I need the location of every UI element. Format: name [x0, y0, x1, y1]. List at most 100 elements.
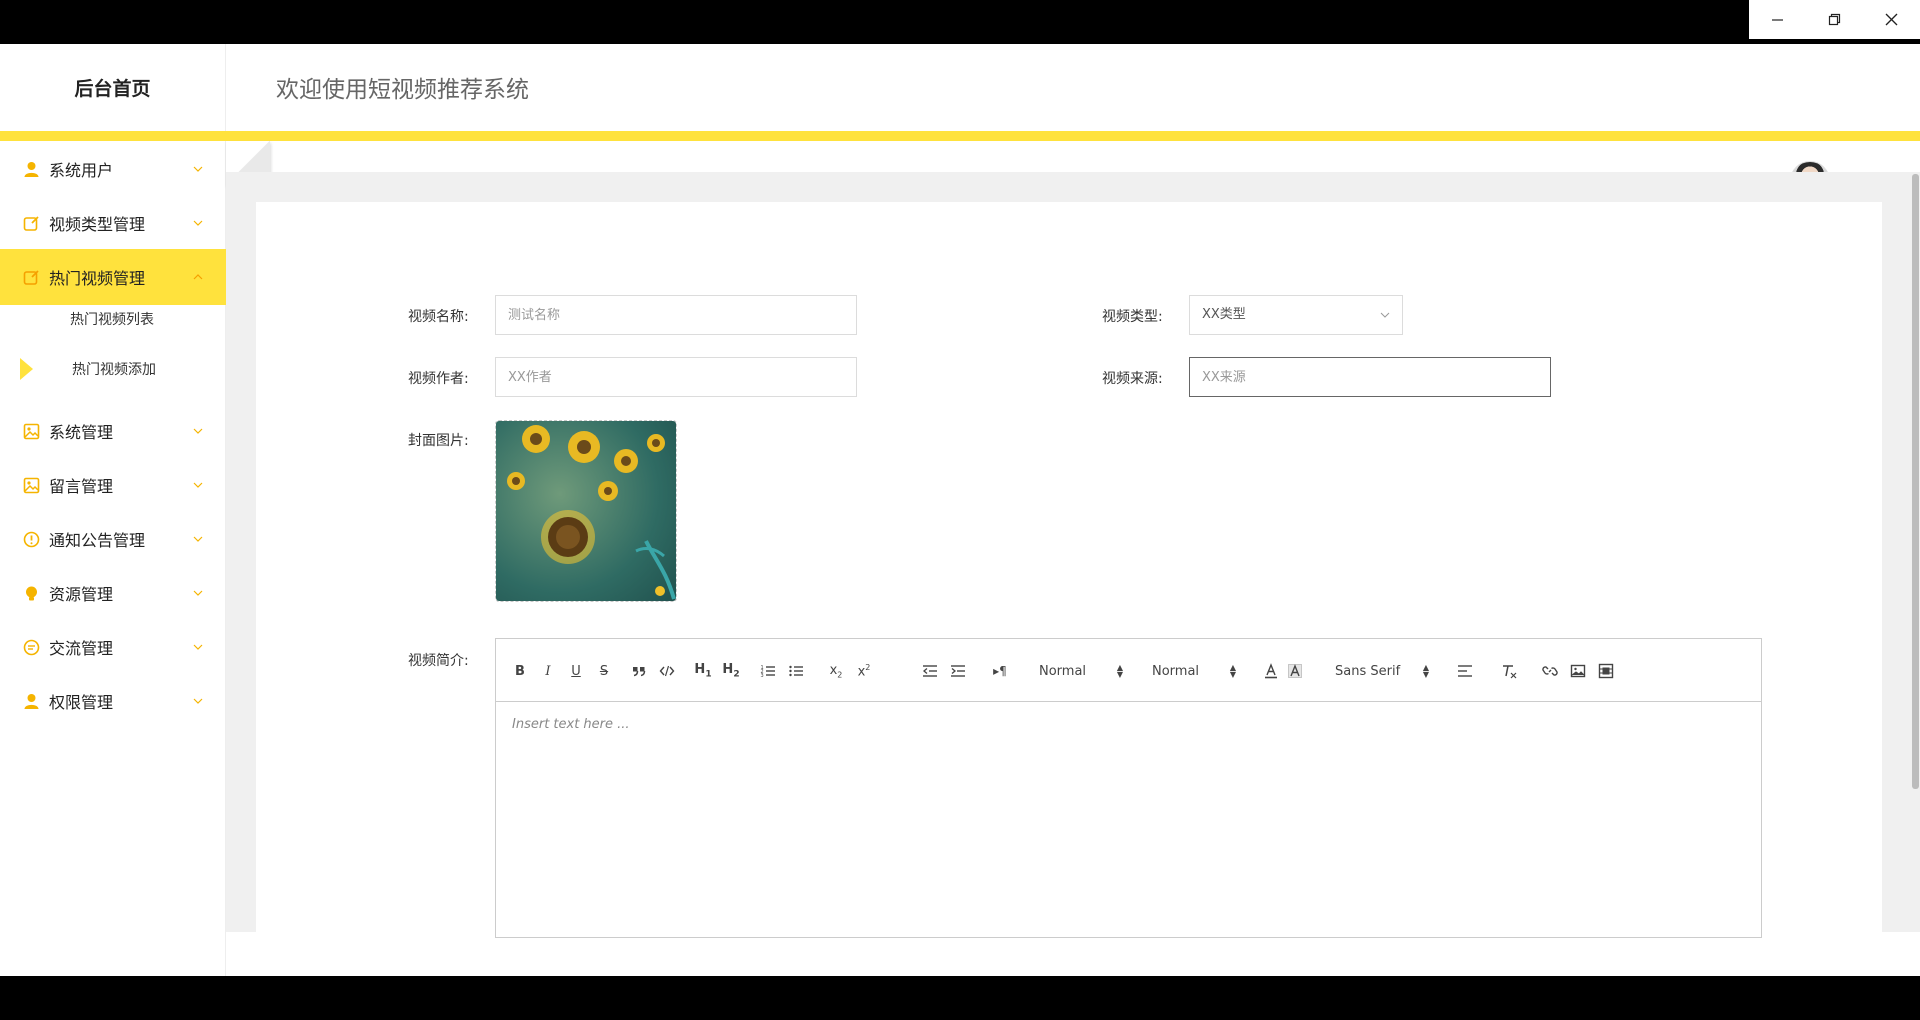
blockquote-icon	[633, 667, 646, 677]
h2-icon: H2	[722, 662, 740, 680]
header-accent-bar	[0, 131, 1920, 141]
window-controls	[1749, 0, 1920, 39]
clear-format-icon	[1503, 665, 1517, 679]
brand-title[interactable]: 后台首页	[0, 44, 226, 131]
editor-content-area[interactable]: Insert text here ...	[512, 717, 630, 732]
size-select[interactable]: Normal ▲ ▼	[1152, 660, 1236, 682]
restore-button[interactable]	[1806, 0, 1863, 39]
minimize-icon	[1772, 19, 1783, 21]
active-marker	[20, 358, 33, 380]
rich-text-editor: B I U S H1 H2 123 x2 x2 ▸¶ Normal ▲ ▼ No…	[495, 638, 1762, 938]
text-direction-button[interactable]: ▸¶	[992, 660, 1008, 682]
sidebar-item-message-management[interactable]: 留言管理	[0, 457, 226, 513]
edit-box-icon	[23, 269, 40, 286]
chevron-down-icon	[193, 166, 203, 172]
header-2-button[interactable]: H2	[722, 660, 740, 682]
sidebar-item-exchange-management[interactable]: 交流管理	[0, 619, 226, 675]
select-arrows-icon: ▲ ▼	[1116, 663, 1123, 679]
indent-button[interactable]	[950, 660, 966, 682]
sidebar: 系统用户 视频类型管理 热门视频管理 热门视频列表 热门视频添加 系统管理 留言…	[0, 141, 226, 976]
sidebar-subitem-label: 热门视频添加	[72, 362, 156, 378]
sidebar-item-label: 视频类型管理	[49, 215, 146, 234]
underline-icon: U	[571, 663, 581, 679]
cover-image-thumbnail	[496, 421, 676, 601]
size-select-value: Normal	[1152, 663, 1200, 679]
image-icon	[1570, 664, 1586, 678]
sidebar-item-system-management[interactable]: 系统管理	[0, 403, 226, 459]
outdent-button[interactable]	[922, 660, 938, 682]
sidebar-item-label: 权限管理	[49, 693, 114, 712]
sidebar-item-permission-management[interactable]: 权限管理	[0, 673, 226, 729]
chevron-down-icon	[193, 220, 203, 226]
sidebar-item-label: 热门视频管理	[49, 269, 146, 288]
sidebar-item-video-types[interactable]: 视频类型管理	[0, 195, 226, 251]
window-titlebar	[0, 0, 1920, 44]
sidebar-item-hot-videos[interactable]: 热门视频管理	[0, 249, 226, 305]
cover-image-upload[interactable]	[495, 420, 677, 602]
underline-button[interactable]: U	[568, 660, 584, 682]
sidebar-item-label: 系统管理	[49, 423, 114, 442]
sidebar-item-label: 交流管理	[49, 639, 114, 658]
video-name-input[interactable]	[495, 295, 857, 335]
clear-format-button[interactable]	[1501, 660, 1517, 682]
close-icon	[1885, 13, 1898, 26]
bullet-list-icon	[789, 665, 803, 677]
editor-toolbar: B I U S H1 H2 123 x2 x2 ▸¶ Normal ▲ ▼ No…	[496, 639, 1761, 702]
video-button[interactable]	[1598, 660, 1614, 682]
ordered-list-icon: 123	[761, 665, 775, 679]
video-author-input[interactable]	[495, 357, 857, 397]
chevron-down-icon	[1380, 312, 1390, 318]
restore-icon	[1828, 13, 1841, 26]
video-author-label: 视频作者:	[408, 371, 469, 387]
chevron-down-icon	[193, 590, 203, 596]
header-select-value: Normal	[1039, 663, 1087, 679]
code-block-button[interactable]	[659, 660, 675, 682]
welcome-text: 欢迎使用短视频推荐系统	[276, 77, 529, 103]
text-color-button[interactable]	[1263, 660, 1279, 682]
superscript-button[interactable]: x2	[855, 660, 873, 682]
link-button[interactable]	[1542, 660, 1558, 682]
close-button[interactable]	[1863, 0, 1920, 39]
h1-icon: H1	[694, 662, 712, 680]
bullet-list-button[interactable]	[788, 660, 804, 682]
video-source-input[interactable]	[1189, 357, 1551, 397]
text-direction-icon: ▸¶	[993, 664, 1007, 678]
bold-button[interactable]: B	[512, 660, 528, 682]
image-button[interactable]	[1570, 660, 1586, 682]
font-select-value: Sans Serif	[1335, 663, 1401, 679]
video-type-select[interactable]: XX类型	[1189, 295, 1403, 335]
sidebar-subitem-hot-video-add[interactable]: 热门视频添加	[0, 349, 226, 389]
sidebar-subitem-label: 热门视频列表	[70, 312, 154, 328]
align-button[interactable]	[1457, 660, 1473, 682]
sidebar-item-resource-management[interactable]: 资源管理	[0, 565, 226, 621]
image-icon	[23, 423, 40, 440]
align-left-icon	[1458, 665, 1472, 677]
sidebar-item-notice-management[interactable]: 通知公告管理	[0, 511, 226, 567]
italic-button[interactable]: I	[540, 660, 556, 682]
minimize-button[interactable]	[1749, 0, 1806, 39]
background-color-button[interactable]	[1287, 660, 1303, 682]
subscript-icon: x2	[829, 662, 843, 680]
sidebar-subitem-hot-video-list[interactable]: 热门视频列表	[0, 299, 226, 339]
edit-box-icon	[23, 215, 40, 232]
scrollbar-thumb[interactable]	[1912, 174, 1919, 789]
indent-icon	[951, 665, 965, 677]
bold-icon: B	[515, 663, 525, 679]
user-icon	[23, 693, 40, 710]
strike-button[interactable]: S	[596, 660, 612, 682]
video-icon	[1598, 663, 1614, 679]
header-1-button[interactable]: H1	[694, 660, 712, 682]
alert-circle-icon	[23, 531, 40, 548]
chevron-up-icon	[193, 274, 203, 280]
svg-text:3: 3	[761, 673, 764, 679]
subscript-button[interactable]: x2	[827, 660, 845, 682]
font-select[interactable]: Sans Serif ▲ ▼	[1335, 660, 1429, 682]
blockquote-button[interactable]	[631, 660, 647, 682]
chevron-down-icon	[193, 644, 203, 650]
select-arrows-icon: ▲ ▼	[1422, 663, 1429, 679]
ordered-list-button[interactable]: 123	[760, 660, 776, 682]
video-type-label: 视频类型:	[1102, 309, 1163, 325]
video-intro-label: 视频简介:	[408, 653, 469, 669]
header-select[interactable]: Normal ▲ ▼	[1039, 660, 1123, 682]
sidebar-item-system-users[interactable]: 系统用户	[0, 141, 226, 197]
